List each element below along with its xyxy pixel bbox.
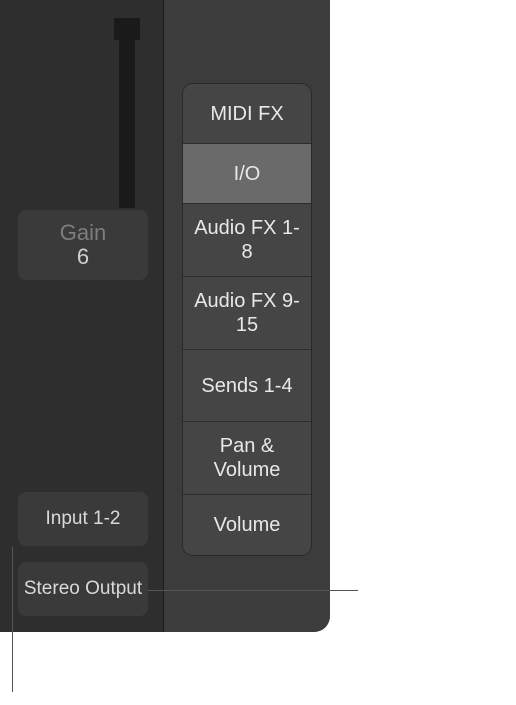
section-menu-panel: MIDI FX I/O Audio FX 1-8 Audio FX 9-15 Sends… bbox=[164, 0, 330, 632]
gain-display[interactable]: Gain 6 bbox=[18, 210, 148, 280]
gain-value: 6 bbox=[77, 245, 89, 269]
callout-line bbox=[148, 590, 358, 591]
menu-item-label: Audio FX 9-15 bbox=[189, 289, 305, 337]
menu-item-label: MIDI FX bbox=[210, 102, 283, 126]
callout-line bbox=[12, 547, 13, 692]
menu-item-label: I/O bbox=[234, 162, 261, 186]
menu-item-label: Volume bbox=[214, 513, 281, 537]
menu-item-label: Pan & Volume bbox=[189, 434, 305, 482]
menu-item-audio-fx-9-15[interactable]: Audio FX 9-15 bbox=[183, 277, 311, 350]
gain-fader[interactable] bbox=[108, 0, 146, 208]
fader-cap bbox=[114, 18, 140, 40]
menu-item-label: Sends 1-4 bbox=[201, 374, 292, 398]
input-slot-label: Input 1-2 bbox=[46, 508, 121, 530]
output-slot[interactable]: Stereo Output bbox=[18, 562, 148, 616]
inspector-panel: Gain 6 Input 1-2 Stereo Output MIDI FX I/… bbox=[0, 0, 330, 632]
gain-label: Gain bbox=[60, 221, 106, 245]
fader-track bbox=[119, 40, 135, 208]
menu-item-pan-volume[interactable]: Pan & Volume bbox=[183, 422, 311, 495]
menu-item-audio-fx-1-8[interactable]: Audio FX 1-8 bbox=[183, 204, 311, 277]
input-slot[interactable]: Input 1-2 bbox=[18, 492, 148, 546]
menu-item-i-o[interactable]: I/O bbox=[183, 144, 311, 204]
menu-item-label: Audio FX 1-8 bbox=[189, 216, 305, 264]
menu-item-volume[interactable]: Volume bbox=[183, 495, 311, 555]
menu-item-sends-1-4[interactable]: Sends 1-4 bbox=[183, 350, 311, 422]
menu-item-midi-fx[interactable]: MIDI FX bbox=[183, 84, 311, 144]
output-slot-label: Stereo Output bbox=[24, 578, 142, 600]
section-menu: MIDI FX I/O Audio FX 1-8 Audio FX 9-15 Sends… bbox=[183, 84, 311, 555]
channel-strip: Gain 6 Input 1-2 Stereo Output bbox=[0, 0, 164, 632]
